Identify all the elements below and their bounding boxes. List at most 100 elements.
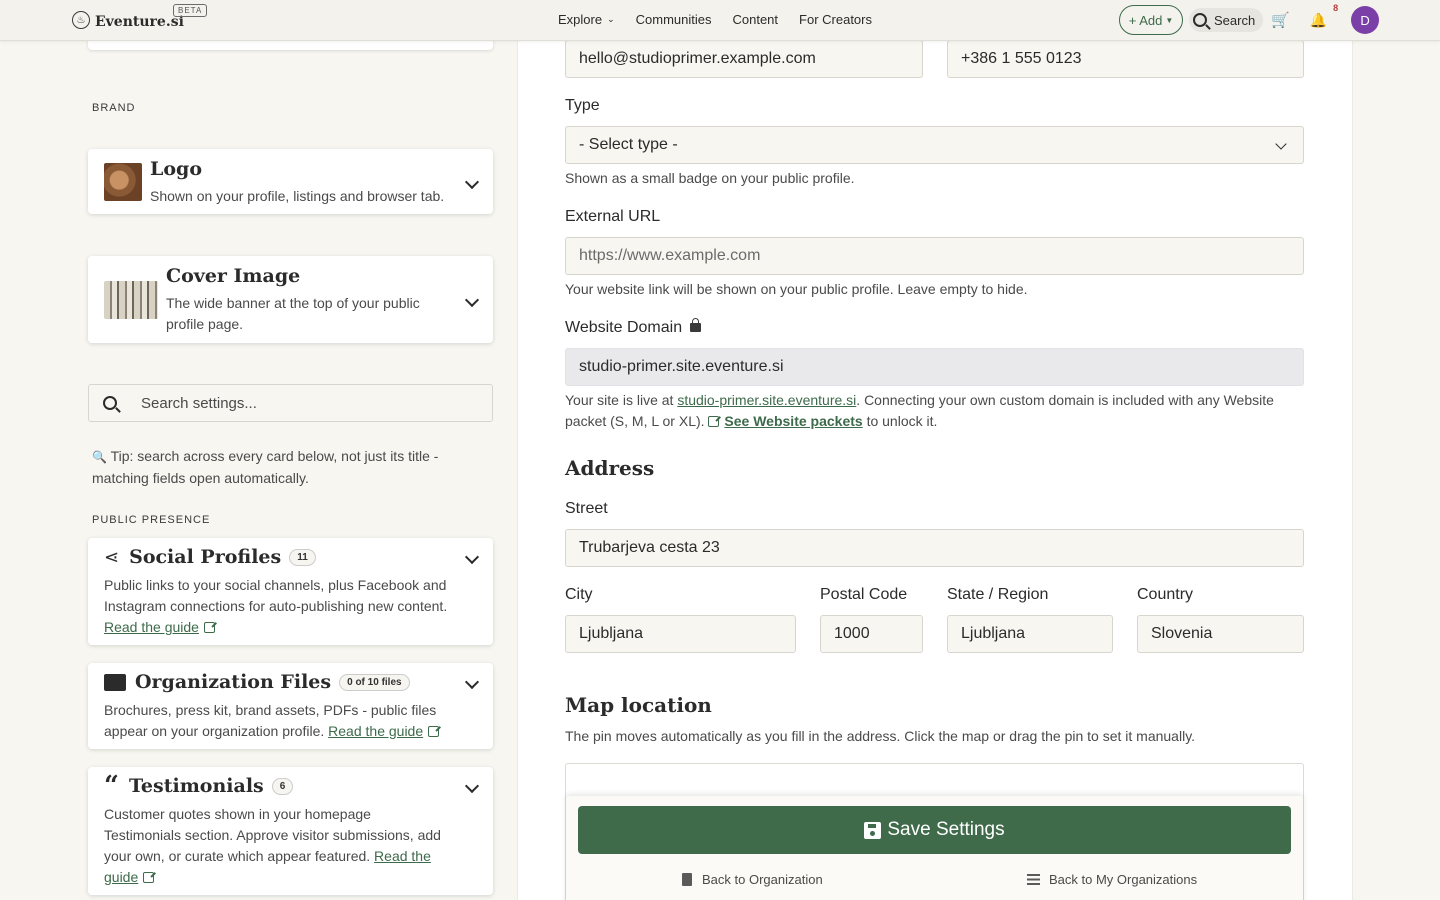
files-card-header: Organization Files 0 of 10 files <box>104 671 410 693</box>
city-input[interactable]: Ljubljana <box>565 615 796 653</box>
list-icon <box>1027 874 1040 885</box>
external-url-help: Your website link will be shown on your … <box>565 281 1028 297</box>
add-button-label: + Add <box>1128 12 1163 28</box>
social-guide-link[interactable]: Read the guide <box>104 619 199 635</box>
brand-name: Eventure.si <box>95 14 184 30</box>
live-site-link[interactable]: studio-primer.site.eventure.si <box>677 392 856 408</box>
external-link-icon <box>708 416 720 427</box>
cover-thumbnail <box>104 281 158 319</box>
folder-icon <box>104 673 126 691</box>
nav-explore-label: Explore <box>558 12 603 27</box>
nav-content[interactable]: Content <box>732 12 778 27</box>
save-settings-button[interactable]: Save Settings <box>578 806 1291 854</box>
settings-search <box>88 384 493 422</box>
quote-icon: “ <box>104 771 119 801</box>
logo-card[interactable]: Logo Shown on your profile, listings and… <box>88 149 493 214</box>
files-count-badge: 0 of 10 files <box>339 673 410 691</box>
share-icon: ⋖ <box>104 546 120 567</box>
nav-for-creators[interactable]: For Creators <box>799 12 872 27</box>
organization-files-card[interactable]: Organization Files 0 of 10 files Brochur… <box>88 663 493 749</box>
website-domain-help: Your site is live at studio-primer.site.… <box>565 390 1307 432</box>
nav-communities[interactable]: Communities <box>636 12 712 27</box>
country-label: Country <box>1137 586 1194 603</box>
chevron-down-icon <box>464 674 480 690</box>
social-card-header: ⋖ Social Profiles 11 <box>104 546 316 568</box>
bell-icon: 🔔 <box>1309 11 1328 28</box>
files-card-desc: Brochures, press kit, brand assets, PDFs… <box>104 700 464 742</box>
nav-explore[interactable]: Explore ⌄ <box>558 12 615 27</box>
save-icon <box>864 821 882 839</box>
phone-field[interactable]: +386 1 555 0123 <box>947 40 1304 78</box>
social-card-title: Social Profiles <box>129 546 282 568</box>
website-domain-label: Website Domain <box>565 318 702 337</box>
files-guide-link[interactable]: Read the guide <box>328 723 423 739</box>
postal-code-input[interactable]: 1000 <box>820 615 923 653</box>
search-button-label: Search <box>1214 12 1256 28</box>
city-label: City <box>565 586 593 603</box>
brand-logo-icon: ♨ <box>72 11 90 29</box>
search-icon: 🔍 <box>92 450 107 464</box>
chevron-down-icon <box>464 174 480 190</box>
back-to-my-organizations-link[interactable]: Back to My Organizations <box>1027 872 1197 887</box>
top-navbar: ♨ Eventure.si BETA Explore ⌄ Communities… <box>0 0 1440 41</box>
street-input[interactable]: Trubarjeva cesta 23 <box>565 529 1304 567</box>
testimonials-card[interactable]: “ Testimonials 6 Customer quotes shown i… <box>88 767 493 895</box>
chevron-down-icon <box>464 778 480 794</box>
search-tip: 🔍 Tip: search across every card below, n… <box>92 446 482 489</box>
back-to-my-organizations-label: Back to My Organizations <box>1049 872 1198 887</box>
social-profiles-card[interactable]: ⋖ Social Profiles 11 Public links to you… <box>88 538 493 645</box>
files-card-title: Organization Files <box>135 671 332 693</box>
state-region-label: State / Region <box>947 586 1049 603</box>
settings-sidebar: BRAND Logo Shown on your profile, listin… <box>0 0 517 900</box>
map-location-help: The pin moves automatically as you fill … <box>565 728 1196 744</box>
country-input[interactable]: Slovenia <box>1137 615 1304 653</box>
address-heading: Address <box>565 456 655 480</box>
cover-image-card[interactable]: Cover Image The wide banner at the top o… <box>88 256 493 343</box>
search-icon <box>1193 13 1207 27</box>
street-label: Street <box>565 500 608 517</box>
search-button[interactable]: Search <box>1189 8 1263 32</box>
notifications-button[interactable]: 🔔 8 <box>1309 3 1338 29</box>
state-region-input[interactable]: Ljubljana <box>947 615 1113 653</box>
chevron-down-icon <box>1275 138 1287 150</box>
search-tip-text: Tip: search across every card below, not… <box>92 448 439 486</box>
sticky-save-bar: Save Settings Back to Organization Back … <box>566 796 1303 900</box>
logo-card-title: Logo <box>150 158 202 180</box>
social-count-badge: 11 <box>289 548 316 566</box>
back-to-organization-label: Back to Organization <box>702 872 823 887</box>
cart-icon[interactable]: 🛒 <box>1271 11 1290 29</box>
social-card-desc: Public links to your social channels, pl… <box>104 575 449 638</box>
testimonials-card-header: “ Testimonials 6 <box>104 771 294 801</box>
domain-help-post: to unlock it. <box>862 413 938 429</box>
section-label-brand: BRAND <box>92 102 136 114</box>
website-packets-link[interactable]: See Website packets <box>724 413 862 429</box>
postal-code-label: Postal Code <box>820 586 908 603</box>
logo-thumbnail <box>104 163 142 201</box>
notification-count: 8 <box>1333 2 1339 13</box>
external-url-input[interactable]: https://www.example.com <box>565 237 1304 275</box>
lock-icon <box>690 318 702 332</box>
external-link-icon <box>203 622 215 633</box>
website-domain-label-text: Website Domain <box>565 319 683 336</box>
cover-card-title: Cover Image <box>166 265 301 287</box>
back-to-organization-link[interactable]: Back to Organization <box>682 872 823 887</box>
website-domain-input: studio-primer.site.eventure.si <box>565 348 1304 386</box>
building-icon <box>682 873 692 886</box>
type-select-value: - Select type - <box>579 136 678 153</box>
chevron-down-icon <box>464 549 480 565</box>
testimonials-count-badge: 6 <box>271 777 294 795</box>
type-select[interactable]: - Select type - <box>565 126 1304 164</box>
brand-link[interactable]: ♨ Eventure.si BETA <box>72 4 208 30</box>
main-nav: Explore ⌄ Communities Content For Creato… <box>558 12 893 27</box>
navbar-actions: + Add ▼ Search 🛒 🔔 8 D <box>1119 3 1380 35</box>
type-label: Type <box>565 97 600 114</box>
beta-badge: BETA <box>173 4 208 17</box>
map-location-heading: Map location <box>565 693 712 717</box>
testimonials-card-desc: Customer quotes shown in your homepage T… <box>104 804 444 888</box>
email-field[interactable]: hello@studioprimer.example.com <box>565 40 923 78</box>
logo-card-desc: Shown on your profile, listings and brow… <box>150 188 445 204</box>
avatar[interactable]: D <box>1351 6 1380 34</box>
add-button[interactable]: + Add ▼ <box>1119 5 1183 35</box>
external-link-icon <box>143 872 155 883</box>
settings-search-input[interactable] <box>141 394 461 412</box>
